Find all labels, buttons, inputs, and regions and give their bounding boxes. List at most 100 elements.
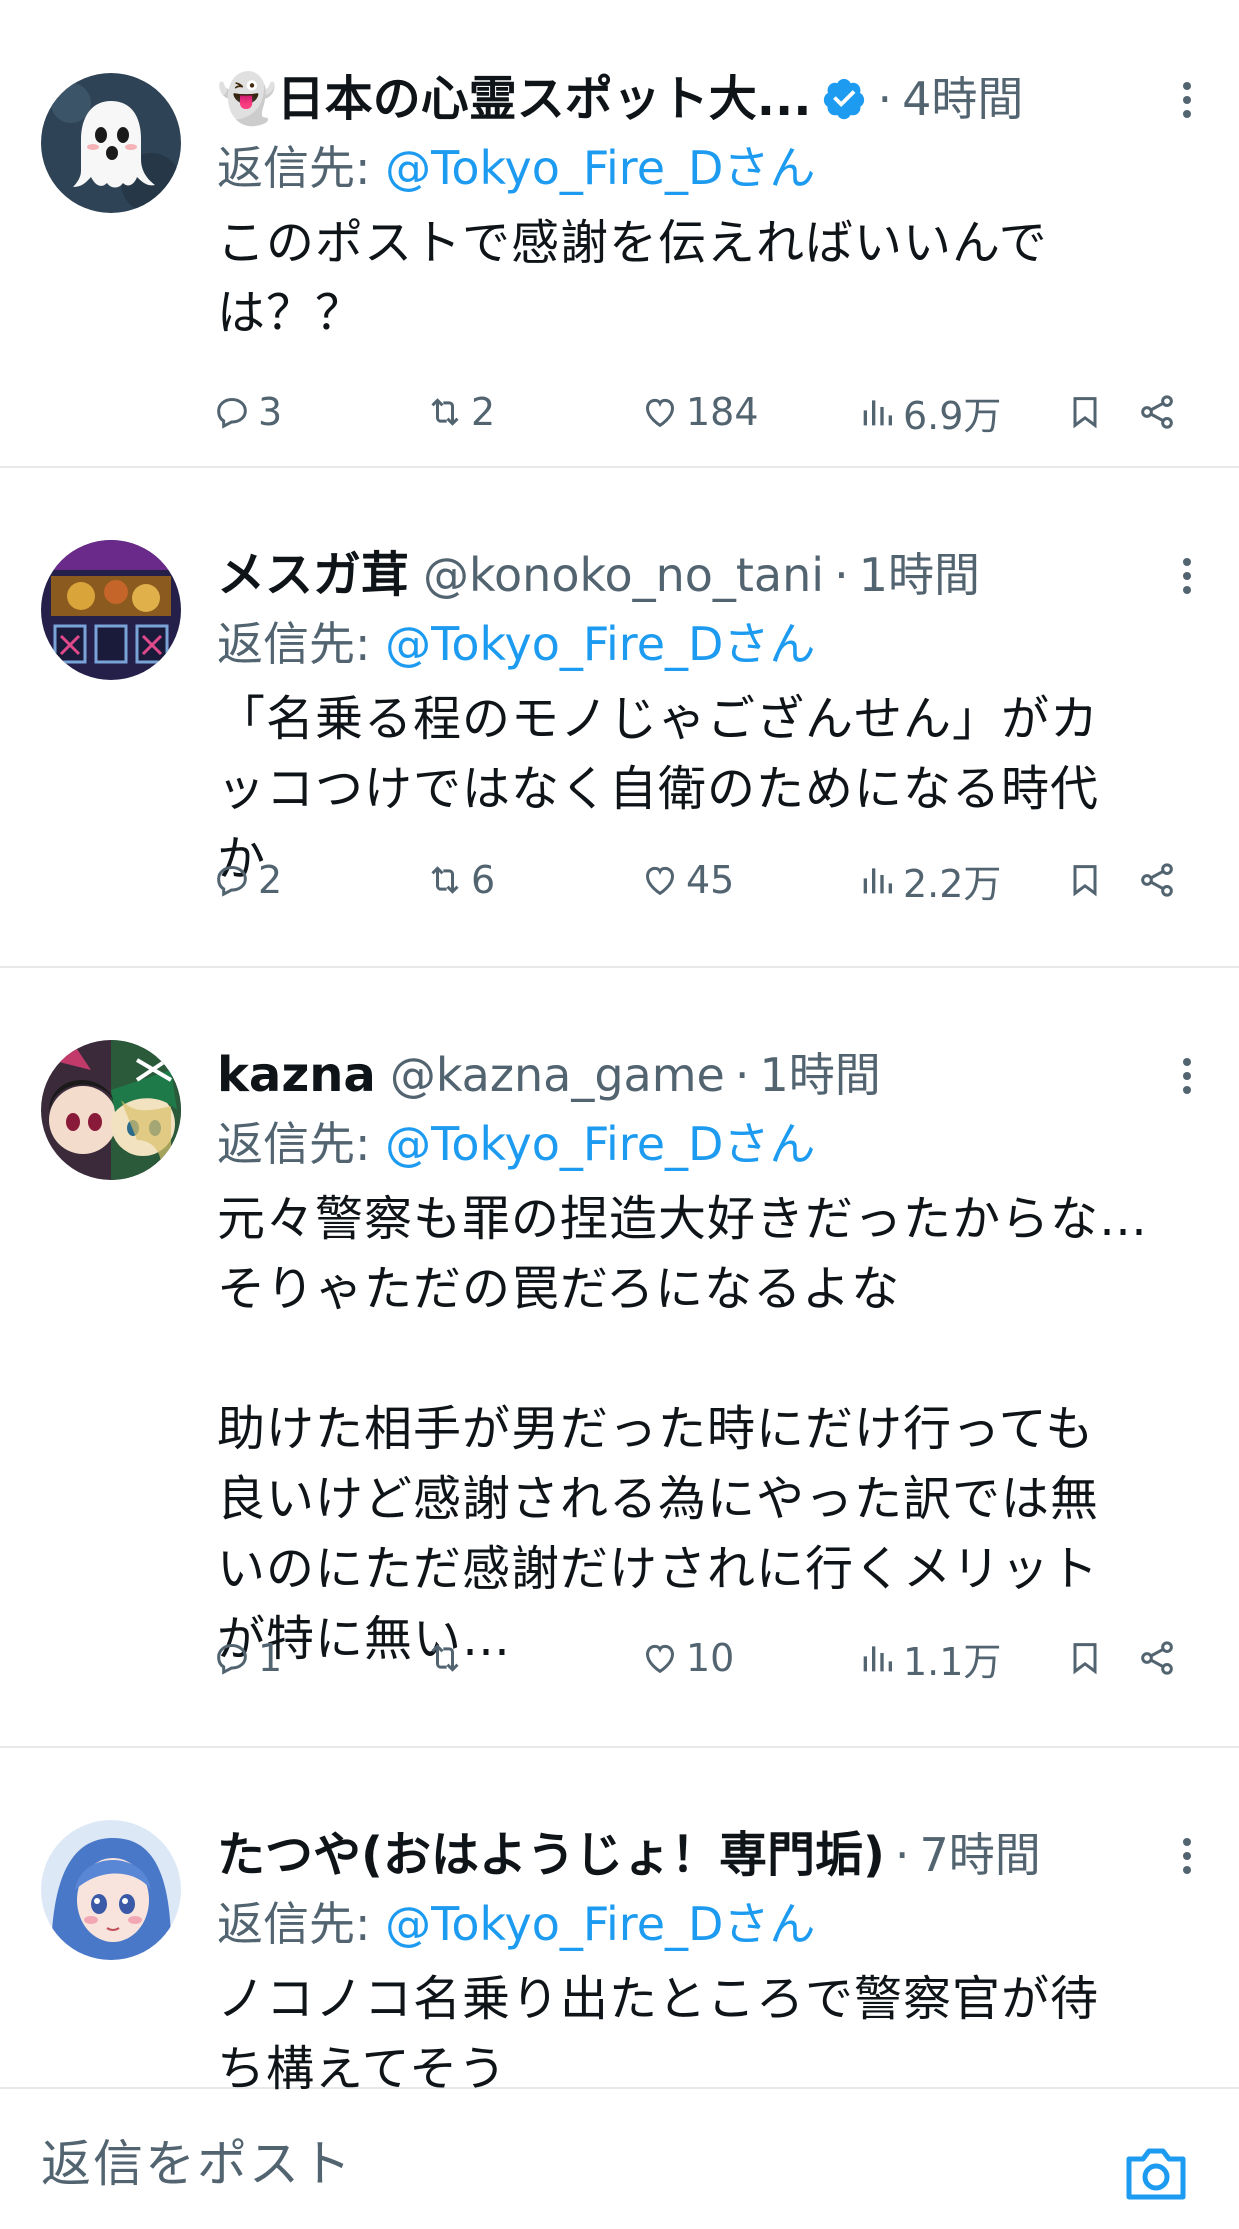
retweet-button[interactable]: 2 xyxy=(425,384,495,440)
user-handle[interactable]: @kazna_game xyxy=(390,1044,725,1106)
reply-icon xyxy=(217,865,247,897)
reply-to-label: 返信先: xyxy=(217,617,386,671)
reply-to-mention[interactable]: @Tokyo_Fire_Dさん xyxy=(385,617,815,671)
reply-feed: 👻日本の心霊スポット大... · 4時間 返信先: @Tokyo_Fire_Dさ… xyxy=(0,0,1239,2097)
timestamp[interactable]: 1時間 xyxy=(759,1044,880,1106)
like-button[interactable]: 10 xyxy=(640,1630,734,1686)
tweet-header: たつや(おはようじょ！専門垢) · 7時間 xyxy=(217,1824,1209,1886)
more-options-icon[interactable] xyxy=(1165,1834,1209,1878)
views-chart-icon xyxy=(863,400,892,426)
timestamp[interactable]: 7時間 xyxy=(920,1824,1041,1886)
bookmark-icon xyxy=(1073,865,1097,897)
share-icon xyxy=(1141,395,1173,429)
reply-button[interactable]: 2 xyxy=(212,852,282,908)
avatar[interactable] xyxy=(41,1040,181,1180)
bookmark-icon xyxy=(1073,397,1097,429)
avatar[interactable] xyxy=(41,73,181,213)
share-icon xyxy=(1141,1641,1173,1675)
share-button[interactable] xyxy=(1137,1630,1183,1686)
reply-to-line: 返信先: @Tokyo_Fire_Dさん xyxy=(217,1110,1209,1178)
reply-to-line: 返信先: @Tokyo_Fire_Dさん xyxy=(217,610,1209,678)
reply-tweet[interactable]: 👻日本の心霊スポット大... · 4時間 返信先: @Tokyo_Fire_Dさ… xyxy=(0,0,1239,468)
reply-composer[interactable]: 返信をポスト xyxy=(0,2091,1239,2229)
reply-count: 2 xyxy=(258,858,283,902)
tweet-actions: 3 2 184 6.9万 xyxy=(212,384,1199,440)
tweet-header: kazna @kazna_game · 1時間 xyxy=(217,1044,1209,1106)
tweet-text: このポストで感謝を伝えればいいんで は？？ xyxy=(217,215,1048,341)
views-button[interactable]: 2.2万 xyxy=(857,852,1001,908)
tweet-header: メスガ茸 @konoko_no_tani · 1時間 xyxy=(217,544,1209,606)
view-count: 2.2万 xyxy=(903,861,1002,906)
display-name[interactable]: メスガ茸 xyxy=(217,544,409,606)
reply-to-mention[interactable]: @Tokyo_Fire_Dさん xyxy=(385,1897,815,1951)
retweet-icon xyxy=(431,398,459,426)
heart-icon xyxy=(645,1644,675,1674)
separator-dot: · xyxy=(834,548,849,602)
retweet-button[interactable]: 6 xyxy=(425,852,495,908)
reply-tweet[interactable]: メスガ茸 @konoko_no_tani · 1時間 返信先: @Tokyo_F… xyxy=(0,468,1239,968)
reply-count: 1 xyxy=(258,1636,283,1680)
display-name[interactable]: たつや(おはようじょ！専門垢) xyxy=(217,1824,885,1886)
bookmark-icon xyxy=(1073,1643,1097,1675)
separator-dot: · xyxy=(877,72,893,126)
tweet-actions: 2 6 45 2.2万 xyxy=(212,852,1199,908)
like-count: 184 xyxy=(686,390,759,434)
share-button[interactable] xyxy=(1137,384,1183,440)
view-count: 1.1万 xyxy=(903,1639,1002,1684)
verified-badge-icon xyxy=(824,78,865,120)
retweet-count: 6 xyxy=(471,858,496,902)
reply-to-label: 返信先: xyxy=(217,141,386,195)
like-button[interactable]: 184 xyxy=(640,384,759,440)
tweet-text: ノコノコ名乗り出たところで警察官が待 ち構えてそう xyxy=(217,1971,1100,2097)
reply-button[interactable]: 3 xyxy=(212,384,282,440)
retweet-icon xyxy=(431,1644,459,1672)
user-handle[interactable]: @konoko_no_tani xyxy=(423,544,824,606)
tweet-text: 元々警察も罪の捏造大好きだったからな… そりゃただの罠だろになるよな 助けた相手… xyxy=(217,1191,1149,1667)
reply-to-line: 返信先: @Tokyo_Fire_Dさん xyxy=(217,134,1209,202)
bookmark-button[interactable] xyxy=(1065,1630,1111,1686)
timestamp[interactable]: 4時間 xyxy=(902,68,1023,130)
heart-icon xyxy=(645,866,675,896)
reply-to-mention[interactable]: @Tokyo_Fire_Dさん xyxy=(385,141,815,195)
tweet-actions: 1 10 1.1万 xyxy=(212,1630,1199,1686)
views-chart-icon xyxy=(863,868,892,894)
avatar[interactable] xyxy=(41,540,181,680)
share-button[interactable] xyxy=(1137,852,1183,908)
reply-tweet[interactable]: kazna @kazna_game · 1時間 返信先: @Tokyo_Fire… xyxy=(0,968,1239,1748)
heart-icon xyxy=(645,398,675,428)
retweet-button[interactable] xyxy=(425,1630,471,1686)
views-button[interactable]: 1.1万 xyxy=(857,1630,1001,1686)
retweet-count: 2 xyxy=(471,390,496,434)
display-name[interactable]: 👻日本の心霊スポット大... xyxy=(217,68,811,130)
display-name[interactable]: kazna xyxy=(217,1044,376,1106)
separator-dot: · xyxy=(734,1048,750,1102)
reply-to-line: 返信先: @Tokyo_Fire_Dさん xyxy=(217,1890,1209,1958)
view-count: 6.9万 xyxy=(903,393,1002,438)
views-chart-icon xyxy=(863,1646,892,1672)
like-count: 45 xyxy=(686,858,735,902)
tweet-content: kazna @kazna_game · 1時間 返信先: @Tokyo_Fire… xyxy=(217,1044,1209,1674)
more-options-icon[interactable] xyxy=(1165,78,1209,122)
avatar[interactable] xyxy=(41,1820,181,1960)
views-button[interactable]: 6.9万 xyxy=(857,384,1001,440)
more-options-icon[interactable] xyxy=(1165,1054,1209,1098)
reply-to-label: 返信先: xyxy=(217,1117,386,1171)
more-options-icon[interactable] xyxy=(1165,554,1209,598)
tweet-header: 👻日本の心霊スポット大... · 4時間 xyxy=(217,68,1209,130)
bookmark-button[interactable] xyxy=(1065,852,1111,908)
like-button[interactable]: 45 xyxy=(640,852,734,908)
reply-button[interactable]: 1 xyxy=(212,1630,282,1686)
timestamp[interactable]: 1時間 xyxy=(859,544,980,606)
reply-icon xyxy=(217,1643,247,1675)
reply-to-label: 返信先: xyxy=(217,1897,386,1951)
bookmark-button[interactable] xyxy=(1065,384,1111,440)
reply-count: 3 xyxy=(258,390,283,434)
reply-to-mention[interactable]: @Tokyo_Fire_Dさん xyxy=(385,1117,815,1171)
camera-icon[interactable] xyxy=(1123,2143,1189,2203)
reply-input[interactable]: 返信をポスト xyxy=(41,2131,353,2197)
reply-icon xyxy=(217,397,247,429)
share-icon xyxy=(1141,863,1173,897)
like-count: 10 xyxy=(686,1636,735,1680)
reply-tweet[interactable]: たつや(おはようじょ！専門垢) · 7時間 返信先: @Tokyo_Fire_D… xyxy=(0,1748,1239,2097)
tweet-content: メスガ茸 @konoko_no_tani · 1時間 返信先: @Tokyo_F… xyxy=(217,544,1209,894)
